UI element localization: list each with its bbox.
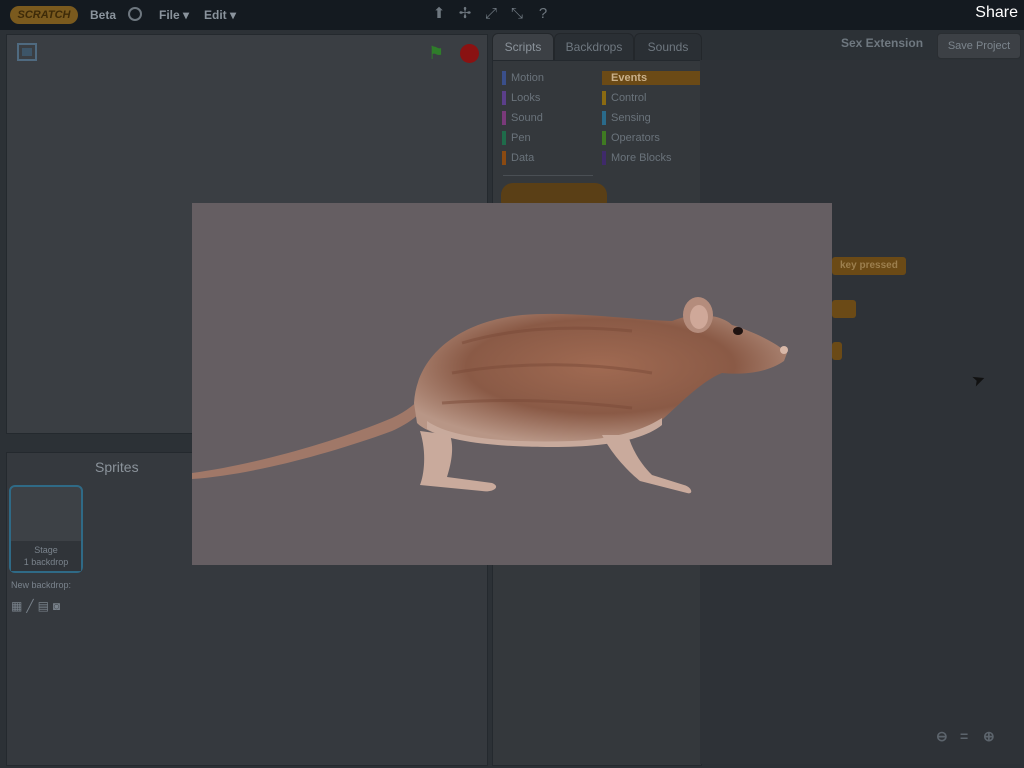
tab-backdrops[interactable]: Backdrops bbox=[554, 33, 634, 61]
backdrop-library-icon[interactable]: ▦ bbox=[11, 599, 26, 613]
rat-inner-ear bbox=[690, 305, 708, 329]
rat-image[interactable] bbox=[192, 203, 832, 565]
category-sound[interactable]: Sound bbox=[502, 111, 543, 125]
stage-thumbnail-label: Stage 1 backdrop bbox=[11, 541, 81, 571]
paint-backdrop-icon[interactable]: ╱ bbox=[26, 599, 37, 613]
beta-label: Beta bbox=[90, 8, 117, 22]
extension-title: Sex Extension bbox=[841, 36, 924, 50]
backdrop-count-label: 1 backdrop bbox=[23, 557, 69, 567]
share-button[interactable]: Share bbox=[975, 4, 1018, 22]
save-project-button[interactable]: Save Project bbox=[937, 33, 1021, 59]
script-block[interactable] bbox=[832, 300, 856, 318]
backdrop-tools: ▦╱▤◙ bbox=[11, 599, 64, 613]
fullscreen-icon[interactable] bbox=[17, 43, 37, 61]
category-sensing[interactable]: Sensing bbox=[602, 111, 651, 125]
rat-front-leg bbox=[602, 435, 692, 494]
scratch-logo[interactable]: SCRATCH bbox=[10, 6, 78, 24]
category-more-blocks[interactable]: More Blocks bbox=[602, 151, 672, 165]
rat-tail bbox=[192, 395, 428, 479]
category-control[interactable]: Control bbox=[602, 91, 646, 105]
upload-backdrop-icon[interactable]: ▤ bbox=[38, 599, 53, 613]
rat-body bbox=[414, 313, 787, 445]
stage-label: Stage bbox=[34, 545, 58, 555]
zoom-in-icon[interactable]: ⊕ bbox=[983, 728, 995, 745]
rat-nose bbox=[780, 346, 788, 354]
rat-eye bbox=[733, 327, 743, 335]
category-pen[interactable]: Pen bbox=[502, 131, 531, 145]
green-flag-icon[interactable]: ⚑ bbox=[428, 43, 444, 64]
category-events[interactable]: Events bbox=[602, 71, 701, 85]
shrink-icon[interactable]: ⤡ bbox=[509, 6, 525, 22]
palette-divider bbox=[503, 175, 593, 176]
duplicate-stamp-icon[interactable]: ⬆ bbox=[431, 6, 447, 22]
category-motion[interactable]: Motion bbox=[502, 71, 544, 85]
zoom-reset-icon[interactable]: = bbox=[960, 728, 968, 744]
edit-menu[interactable]: Edit ▾ bbox=[204, 8, 236, 22]
stop-sign-icon[interactable] bbox=[460, 44, 479, 63]
category-operators[interactable]: Operators bbox=[602, 131, 660, 145]
top-menu-bar: SCRATCH Beta File ▾ Edit ▾ ⬆ ✢ ⤢ ⤡ ? Sha… bbox=[0, 0, 1024, 30]
tab-scripts[interactable]: Scripts bbox=[492, 33, 554, 61]
file-menu[interactable]: File ▾ bbox=[159, 8, 189, 22]
camera-icon[interactable]: ◙ bbox=[53, 599, 64, 613]
key-pressed-block[interactable]: key pressed bbox=[832, 257, 906, 275]
script-block[interactable] bbox=[832, 342, 842, 360]
tab-sounds[interactable]: Sounds bbox=[634, 33, 702, 61]
category-data[interactable]: Data bbox=[502, 151, 534, 165]
language-globe-icon[interactable] bbox=[128, 7, 142, 21]
stage-thumbnail[interactable]: Stage 1 backdrop bbox=[9, 485, 83, 573]
rat-illustration bbox=[192, 297, 788, 494]
sprites-header: Sprites bbox=[95, 459, 139, 475]
new-backdrop-label: New backdrop: bbox=[11, 580, 72, 590]
category-looks[interactable]: Looks bbox=[502, 91, 540, 105]
hat-block[interactable] bbox=[501, 183, 607, 205]
grow-icon[interactable]: ⤢ bbox=[483, 6, 499, 22]
help-icon[interactable]: ? bbox=[535, 6, 551, 22]
zoom-out-icon[interactable]: ⊖ bbox=[936, 728, 948, 745]
delete-cut-icon[interactable]: ✢ bbox=[457, 6, 473, 22]
